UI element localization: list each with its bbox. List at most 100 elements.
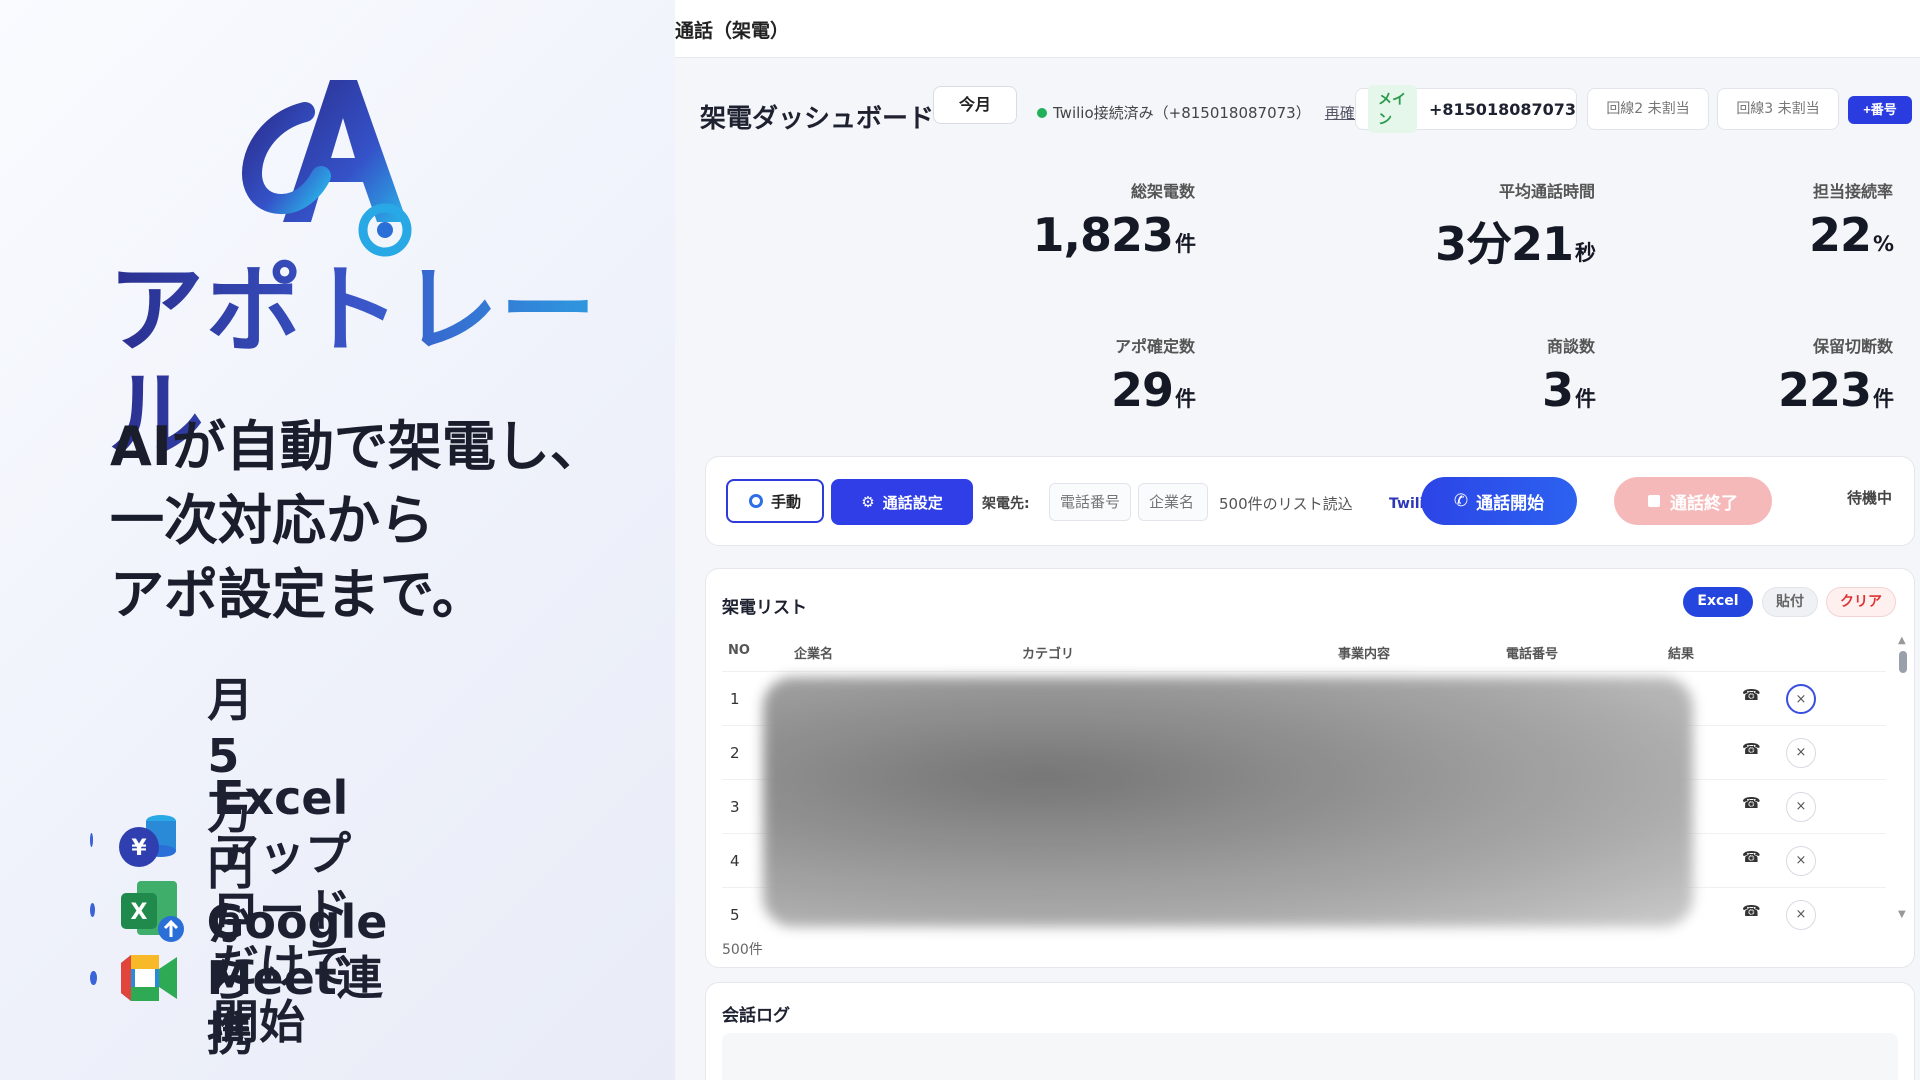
call-list-title: 架電リスト	[722, 598, 807, 618]
kpi-value: 29件	[875, 363, 1196, 417]
kpi-number: 223	[1777, 363, 1872, 417]
call-row-icon[interactable]: ☎	[1742, 686, 1761, 704]
kpi-label: 総架電数	[1130, 182, 1195, 201]
company-name-input[interactable]	[1138, 483, 1208, 521]
end-call-label: 通話終了	[1670, 493, 1738, 514]
kpi-unit: 件	[1873, 387, 1894, 411]
clear-button[interactable]: クリア	[1826, 587, 1896, 617]
kpi-number: 29	[1110, 363, 1174, 417]
kpi-number: 3分21	[1434, 217, 1574, 271]
conversation-log-card: 会話ログ	[705, 982, 1915, 1080]
call-settings-button[interactable]: ⚙ 通話設定	[831, 479, 973, 525]
call-row-icon[interactable]: ☎	[1742, 794, 1761, 812]
kpi-label: アポ確定数	[1114, 337, 1195, 356]
caller-label: 架電先:	[982, 496, 1030, 512]
top-bar: 通話（架電）	[675, 0, 1920, 58]
twilio-status-text: Twilio接続済み（+815018087073）	[1053, 104, 1311, 122]
remove-row-button[interactable]: ×	[1786, 846, 1816, 876]
headline-line: AIが自動で架電し、	[110, 415, 604, 478]
kpi-unit: 件	[1175, 387, 1196, 411]
kpi-label: 平均通話時間	[1498, 182, 1595, 201]
kpi-value: 22%	[1575, 208, 1894, 262]
line-main-selector[interactable]: メイン +815018087073	[1355, 85, 1577, 133]
call-dashboard: 架電ダッシュボード 今月 Twilio接続済み（+815018087073） 再…	[675, 58, 1920, 1080]
add-number-button[interactable]: +番号	[1848, 96, 1912, 124]
kpi-value: 3分21秒	[1275, 208, 1596, 274]
main-line-tag: メイン	[1368, 85, 1417, 133]
headline-line: アポ設定まで。	[110, 563, 486, 626]
kpi-hold-disconnects: 保留切断数 223件	[1575, 333, 1894, 417]
scroll-up-icon[interactable]: ▲	[1898, 635, 1906, 646]
row-number: 3	[730, 798, 740, 816]
kpi-value: 223件	[1575, 363, 1894, 417]
list-count: 500件	[722, 942, 763, 958]
kpi-appointments: アポ確定数 29件	[875, 333, 1196, 417]
list-load-note: 500件のリスト読込	[1219, 495, 1353, 513]
kpi-meetings: 商談数 3件	[1275, 333, 1596, 417]
manual-mode-toggle[interactable]: 手動	[726, 479, 824, 523]
call-control-bar: 手動 ⚙ 通話設定 架電先: 500件のリスト読込 Twilio接続中 ✆ 通話…	[705, 456, 1915, 546]
kpi-label: 商談数	[1546, 337, 1595, 356]
column-header: カテゴリ	[1022, 647, 1075, 662]
phone-icon: ✆	[1453, 491, 1469, 511]
kpi-value: 3件	[1275, 363, 1596, 417]
main-line-number: +815018087073	[1429, 99, 1576, 119]
apotrail-logo-icon	[235, 72, 435, 262]
stop-icon	[1648, 495, 1660, 507]
kpi-label: 保留切断数	[1812, 337, 1893, 356]
kpi-total-calls: 総架電数 1,823件	[875, 178, 1196, 262]
promo-panel: アポトレール AIが自動で架電し、 一次対応から アポ設定まで。 ¥ 月5万円か…	[0, 0, 675, 1080]
call-row-icon[interactable]: ☎	[1742, 848, 1761, 866]
remove-row-button[interactable]: ×	[1786, 792, 1816, 822]
row-number: 5	[730, 906, 740, 924]
bullet-icon	[90, 971, 97, 985]
kpi-value: 1,823件	[875, 208, 1196, 262]
conversation-log-area[interactable]	[722, 1033, 1898, 1080]
call-row-icon[interactable]: ☎	[1742, 740, 1761, 758]
excel-upload-button[interactable]: Excel	[1683, 587, 1753, 617]
scroll-down-icon[interactable]: ▼	[1898, 909, 1906, 920]
kpi-number: 22	[1808, 208, 1872, 262]
headline-line: 一次対応から	[110, 489, 434, 552]
remove-row-button[interactable]: ×	[1786, 684, 1816, 714]
table-header: NO 企業名 カテゴリ 事業内容 電話番号 結果	[706, 631, 1886, 671]
remove-row-button[interactable]: ×	[1786, 738, 1816, 768]
row-number: 4	[730, 852, 740, 870]
blurred-table-content	[763, 677, 1693, 927]
breadcrumb: 通話（架電）	[675, 20, 790, 42]
twilio-status: Twilio接続済み（+815018087073） 再確認	[1037, 102, 1370, 123]
kpi-number: 1,823	[1032, 208, 1174, 262]
feature-item-meet: Google Meet連携	[90, 894, 405, 1062]
table-scrollbar[interactable]: ▲ ▼	[1898, 635, 1908, 925]
column-header: 事業内容	[1338, 647, 1391, 662]
start-call-label: 通話開始	[1476, 493, 1545, 514]
line-2-selector[interactable]: 回線2 未割当	[1587, 88, 1709, 130]
manual-label: 手動	[770, 492, 801, 511]
start-call-button[interactable]: ✆ 通話開始	[1421, 477, 1577, 525]
promo-headline: AIが自動で架電し、 一次対応から アポ設定まで。	[110, 410, 604, 632]
radio-icon	[748, 494, 763, 508]
call-row-icon[interactable]: ☎	[1742, 902, 1761, 920]
column-header: NO	[728, 643, 750, 658]
app-window: 通話（架電） 架電ダッシュボード 今月 Twilio接続済み（+81501808…	[675, 0, 1920, 1080]
call-status-text: 待機中	[1847, 489, 1893, 507]
paste-button[interactable]: 貼付	[1762, 587, 1818, 617]
column-header: 電話番号	[1506, 647, 1559, 662]
scroll-thumb[interactable]	[1899, 651, 1907, 673]
call-list-card: 架電リスト Excel 貼付 クリア NO 企業名 カテゴリ 事業内容 電話番号…	[705, 568, 1915, 968]
line-3-selector[interactable]: 回線3 未割当	[1717, 88, 1839, 130]
row-number: 1	[730, 690, 740, 708]
kpi-connect-rate: 担当接続率 22%	[1575, 178, 1894, 262]
column-header: 企業名	[794, 647, 834, 662]
kpi-unit: %	[1872, 232, 1894, 256]
status-dot-icon	[1037, 107, 1047, 118]
phone-number-input[interactable]	[1049, 483, 1131, 521]
end-call-button[interactable]: 通話終了	[1614, 477, 1772, 525]
page-title: 架電ダッシュボード	[700, 104, 935, 134]
remove-row-button[interactable]: ×	[1786, 900, 1816, 930]
feature-text: Google Meet連携	[206, 895, 388, 1061]
column-header: 結果	[1668, 647, 1695, 662]
period-select[interactable]: 今月	[933, 86, 1017, 124]
kpi-unit: 件	[1175, 232, 1196, 256]
kpi-label: 担当接続率	[1812, 182, 1893, 201]
